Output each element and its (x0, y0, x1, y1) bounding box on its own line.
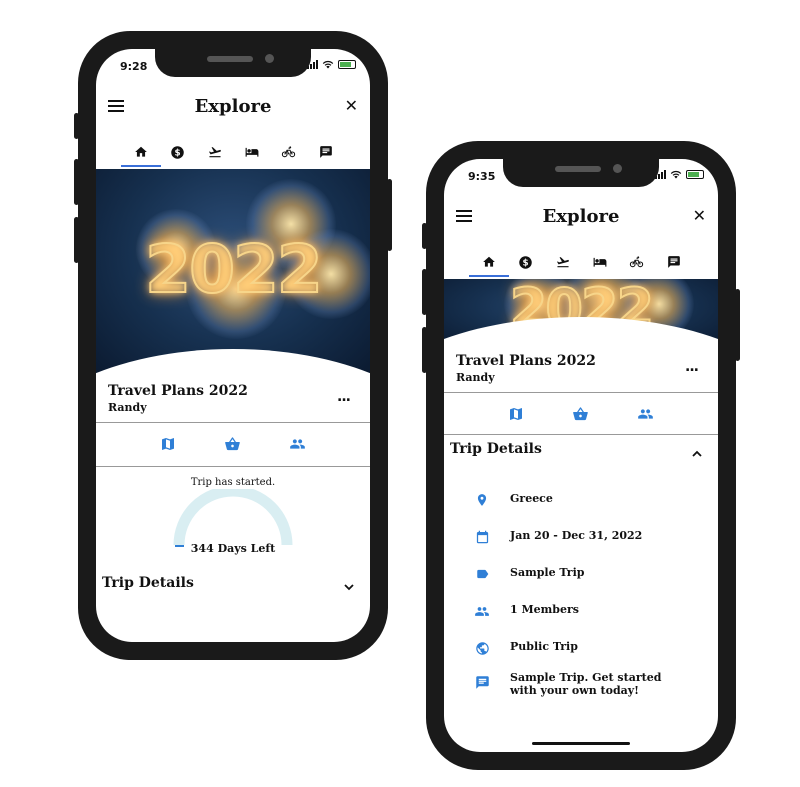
left-phone: 9:28 Explore ✕ $ 2022 Travel Plans 2022 … (74, 31, 392, 660)
svg-text:$: $ (174, 148, 180, 158)
basket-icon[interactable] (224, 436, 241, 452)
detail-description: Sample Trip. Get started with your own t… (444, 671, 718, 697)
detail-visibility: Public Trip (444, 640, 718, 656)
location-pin-icon (477, 494, 487, 506)
left-screen: 9:28 Explore ✕ $ 2022 Travel Plans 2022 … (96, 49, 370, 642)
trip-owner: Randy (456, 371, 495, 384)
right-phone: 9:35 Explore ✕ $ 2022 Travel Plans 2022 … (422, 141, 740, 770)
chat-icon (319, 146, 332, 158)
bike-icon (281, 146, 296, 158)
money-icon: $ (171, 145, 184, 159)
trip-name: Travel Plans 2022 (108, 383, 248, 399)
status-time: 9:35 (468, 170, 496, 183)
map-icon[interactable] (160, 436, 176, 452)
wifi-icon (322, 60, 334, 69)
trip-name: Travel Plans 2022 (456, 353, 596, 369)
battery-icon (686, 170, 704, 179)
detail-text: 1 Members (510, 603, 579, 616)
people-icon[interactable] (289, 436, 306, 452)
bike-icon (629, 256, 644, 268)
detail-text: Sample Trip. Get started with your own t… (510, 671, 662, 697)
map-icon[interactable] (508, 406, 524, 422)
tab-hotels[interactable] (240, 139, 264, 165)
money-icon: $ (519, 255, 532, 269)
detail-text: Sample Trip (510, 566, 585, 579)
svg-text:$: $ (522, 258, 528, 268)
tab-money[interactable]: $ (166, 139, 190, 165)
people-icon (475, 606, 489, 616)
page-title: Explore (542, 206, 620, 227)
tab-activities[interactable] (625, 249, 649, 275)
detail-members: 1 Members (444, 603, 718, 619)
globe-icon (475, 641, 489, 655)
trip-status-text: Trip has started. (190, 477, 276, 488)
trip-owner: Randy (108, 401, 147, 414)
tab-flights[interactable] (203, 139, 227, 165)
trip-details-header[interactable]: Trip Details (450, 441, 718, 457)
days-left-label: 344 Days Left (190, 542, 276, 555)
detail-tag: Sample Trip (444, 566, 718, 582)
trip-details-label: Trip Details (450, 441, 542, 457)
more-options-button[interactable]: ... (337, 389, 351, 405)
flight-icon (556, 257, 569, 268)
tab-chat[interactable] (662, 249, 686, 275)
right-screen: 9:35 Explore ✕ $ 2022 Travel Plans 2022 … (444, 159, 718, 752)
trip-details-header[interactable]: Trip Details (102, 575, 370, 591)
hotel-icon (593, 257, 606, 267)
close-icon[interactable]: ✕ (693, 206, 706, 225)
detail-location: Greece (444, 492, 718, 508)
flight-icon (208, 147, 221, 158)
close-icon[interactable]: ✕ (345, 96, 358, 115)
calendar-icon (476, 530, 488, 544)
hero-year-text: 2022 (144, 230, 324, 309)
detail-text: Public Trip (510, 640, 578, 653)
tab-hotels[interactable] (588, 249, 612, 275)
wifi-icon (670, 170, 682, 179)
battery-icon (338, 60, 356, 69)
chat-icon (667, 256, 680, 268)
people-icon[interactable] (637, 406, 654, 422)
trip-cover-image: 2022 (96, 169, 370, 375)
more-options-button[interactable]: ... (685, 359, 699, 375)
detail-text: Greece (510, 492, 553, 505)
detail-dates: Jan 20 - Dec 31, 2022 (444, 529, 718, 545)
basket-icon[interactable] (572, 406, 589, 422)
chevron-up-icon[interactable] (692, 449, 702, 460)
detail-text: Jan 20 - Dec 31, 2022 (510, 529, 643, 542)
tab-flights[interactable] (551, 249, 575, 275)
category-tabs: $ (444, 249, 718, 277)
message-icon (475, 675, 489, 689)
trip-cover-image: 2022 (444, 279, 718, 347)
tab-money[interactable]: $ (514, 249, 538, 275)
tag-icon (476, 569, 488, 579)
tab-activities[interactable] (277, 139, 301, 165)
home-icon (134, 146, 147, 157)
page-title: Explore (194, 96, 272, 117)
trip-details-label: Trip Details (102, 575, 194, 591)
category-tabs: $ (96, 139, 370, 167)
status-time: 9:28 (120, 60, 148, 73)
tab-home[interactable] (120, 139, 161, 167)
home-indicator[interactable] (532, 742, 630, 745)
tab-chat[interactable] (314, 139, 338, 165)
tab-home[interactable] (468, 249, 509, 277)
home-icon (482, 256, 495, 267)
chevron-down-icon[interactable] (344, 583, 354, 594)
hotel-icon (245, 147, 258, 157)
